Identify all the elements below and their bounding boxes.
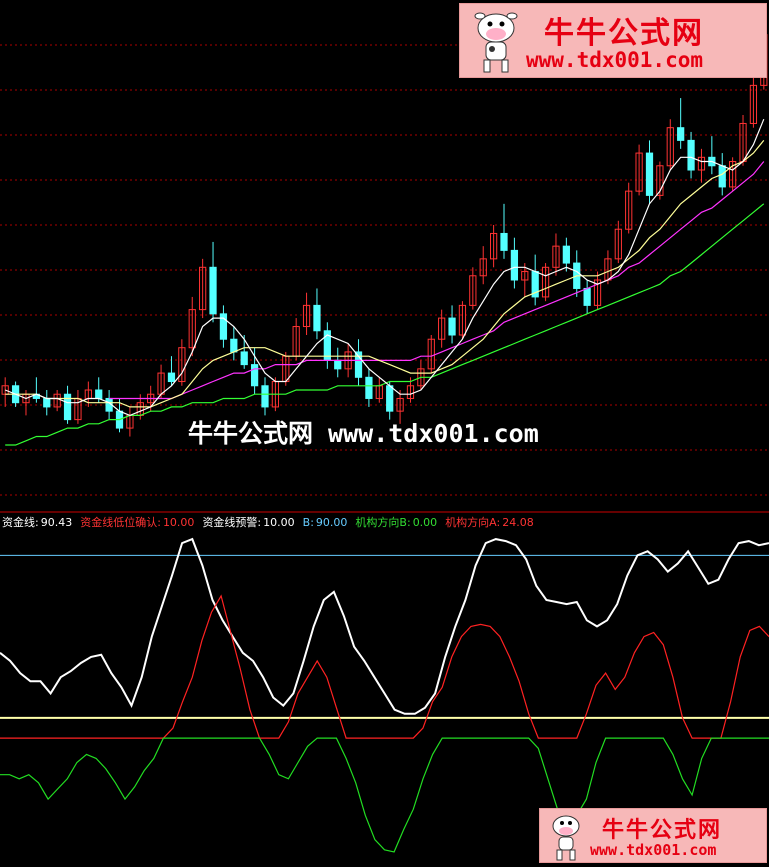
legend-value: 10.00 [263, 516, 295, 529]
candle-body [209, 266, 217, 315]
candle-body [677, 127, 685, 141]
legend-value: 0.00 [412, 516, 438, 529]
legend-label: 机构方向A: [445, 516, 501, 529]
candle-body [261, 385, 269, 408]
candle-body [500, 232, 508, 251]
candle-body [95, 389, 103, 399]
candle-body [718, 165, 726, 188]
legend-item: 机构方向A: 24.08 [445, 516, 538, 529]
candle-body [313, 304, 321, 332]
banner-logo-bottom: 牛牛公式网 www.tdx001.com [539, 808, 767, 863]
center-watermark: 牛牛公式网 www.tdx001.com [188, 419, 539, 448]
legend-label: 资金线预警: [202, 516, 262, 529]
candle-body [250, 364, 259, 387]
legend-item: 资金线: 90.43 [2, 516, 76, 529]
candle-body [386, 385, 394, 412]
candle-body [167, 372, 176, 383]
candle-body [510, 249, 519, 281]
cow-mascot-icon [552, 815, 580, 861]
candle-body [43, 397, 51, 408]
stock-chart[interactable]: 资金线: 90.43 资金线低位确认: 10.00 资金线预警: 10.00 B: 90.00… [0, 0, 769, 863]
candle-body [645, 152, 654, 196]
inst-direction-a-line [0, 594, 769, 739]
candle-body [583, 287, 591, 306]
legend-value: 90.00 [315, 516, 348, 529]
candle-body [240, 351, 248, 366]
legend-item: 资金线低位确认: 10.00 [80, 516, 198, 529]
legend-value: 90.43 [40, 516, 73, 529]
legend-label: 机构方向B: [355, 516, 411, 529]
cow-mascot-icon [474, 12, 518, 73]
banner-url: www.tdx001.com [590, 841, 717, 859]
fund-line [0, 537, 769, 715]
legend-item: 机构方向B: 0.00 [355, 516, 441, 529]
candle-body [562, 245, 570, 264]
legend-value: 24.08 [502, 516, 534, 529]
legend-item: 资金线预警: 10.00 [202, 516, 298, 529]
indicator-legend: 资金线: 90.43 资金线低位确认: 10.00 资金线预警: 10.00 B: 90.00… [2, 514, 542, 530]
candle-body [230, 338, 238, 353]
legend-label: 资金线: [2, 516, 39, 529]
candle-body [365, 376, 373, 399]
banner-url: www.tdx001.com [526, 48, 704, 72]
legend-label: B: [302, 516, 314, 529]
banner-logo-top: 牛牛公式网 www.tdx001.com [459, 3, 767, 78]
legend-item: B: 90.00 [303, 516, 352, 529]
candle-body [448, 317, 456, 336]
ma-long2-line [5, 203, 765, 446]
candle-body [334, 359, 342, 370]
legend-label: 资金线低位确认: [80, 516, 161, 529]
legend-value: 10.00 [162, 516, 195, 529]
banner-title: 牛牛公式网 [544, 16, 704, 51]
candle-body [687, 139, 695, 171]
banner-title: 牛牛公式网 [602, 818, 723, 843]
